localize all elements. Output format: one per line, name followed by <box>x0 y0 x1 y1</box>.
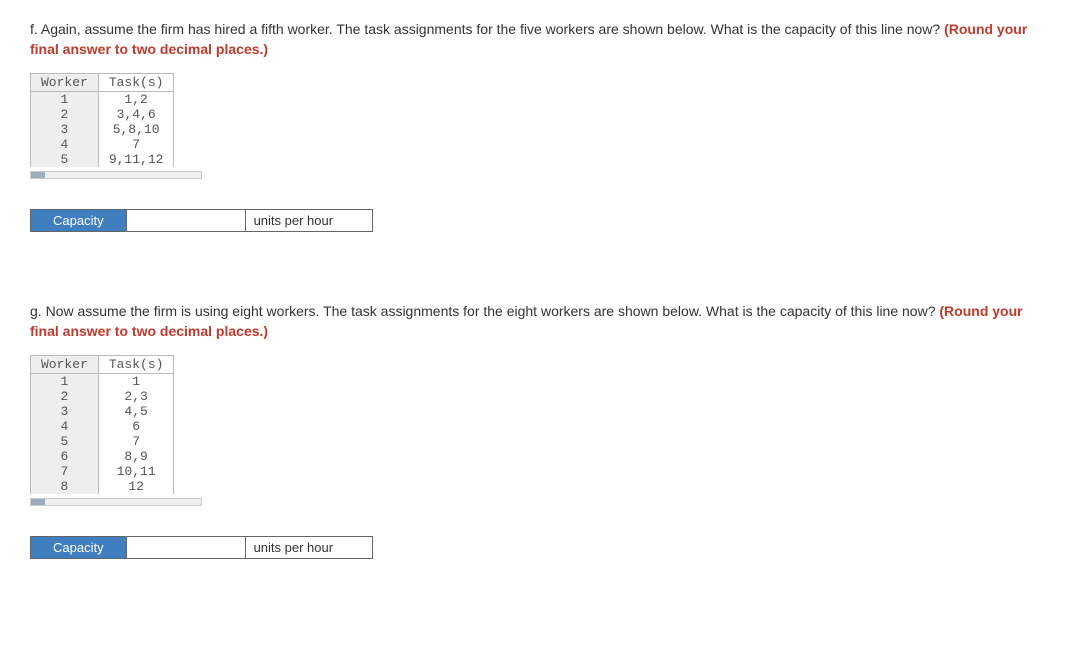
capacity-label-g: Capacity <box>30 536 127 559</box>
cell: 3 <box>31 404 99 419</box>
cell: 7 <box>31 464 99 479</box>
question-g-prompt: g. Now assume the firm is using eight wo… <box>30 303 939 319</box>
answer-row-f: Capacity units per hour <box>30 209 1050 232</box>
cell: 12 <box>98 479 174 494</box>
cell: 1,2 <box>98 92 174 108</box>
cell: 5 <box>31 434 99 449</box>
cell: 7 <box>98 137 174 152</box>
table-g-header-worker: Worker <box>31 356 99 374</box>
cell: 6 <box>98 419 174 434</box>
cell: 1 <box>31 92 99 108</box>
cell: 2 <box>31 107 99 122</box>
answer-row-g: Capacity units per hour <box>30 536 1050 559</box>
table-f-header-worker: Worker <box>31 74 99 92</box>
question-f-text: f. Again, assume the firm has hired a fi… <box>30 20 1050 59</box>
cell: 9,11,12 <box>98 152 174 167</box>
cell: 7 <box>98 434 174 449</box>
table-f-header-tasks: Task(s) <box>98 74 174 92</box>
cell: 4,5 <box>98 404 174 419</box>
question-f: f. Again, assume the firm has hired a fi… <box>30 20 1050 232</box>
cell: 4 <box>31 419 99 434</box>
question-f-prompt: f. Again, assume the firm has hired a fi… <box>30 21 944 37</box>
cell: 1 <box>31 374 99 390</box>
cell: 8 <box>31 479 99 494</box>
capacity-unit-g: units per hour <box>246 536 373 559</box>
cell: 2 <box>31 389 99 404</box>
capacity-input-g[interactable] <box>127 536 246 559</box>
cell: 2,3 <box>98 389 174 404</box>
question-g: g. Now assume the firm is using eight wo… <box>30 302 1050 559</box>
cell: 1 <box>98 374 174 390</box>
capacity-input-f[interactable] <box>127 209 246 232</box>
capacity-unit-f: units per hour <box>246 209 373 232</box>
table-f: Worker Task(s) 11,2 23,4,6 35,8,10 47 59… <box>30 73 174 167</box>
cell: 5 <box>31 152 99 167</box>
cell: 8,9 <box>98 449 174 464</box>
cell: 5,8,10 <box>98 122 174 137</box>
cell: 6 <box>31 449 99 464</box>
cell: 4 <box>31 137 99 152</box>
cell: 10,11 <box>98 464 174 479</box>
cell: 3,4,6 <box>98 107 174 122</box>
cell: 3 <box>31 122 99 137</box>
scrollbar-g[interactable] <box>30 498 202 506</box>
scrollbar-f[interactable] <box>30 171 202 179</box>
table-g-header-tasks: Task(s) <box>98 356 174 374</box>
table-g: Worker Task(s) 11 22,3 34,5 46 57 68,9 7… <box>30 355 174 494</box>
question-g-text: g. Now assume the firm is using eight wo… <box>30 302 1050 341</box>
capacity-label-f: Capacity <box>30 209 127 232</box>
